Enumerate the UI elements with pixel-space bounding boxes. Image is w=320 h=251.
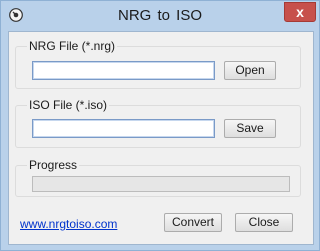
- convert-button[interactable]: Convert: [164, 213, 222, 232]
- iso-file-label: ISO File (*.iso): [27, 98, 110, 112]
- nrg-file-group: NRG File (*.nrg) Open: [15, 39, 301, 89]
- title-bar[interactable]: NRG to ISO x: [1, 1, 319, 31]
- nrg-file-input[interactable]: [32, 61, 215, 80]
- open-button[interactable]: Open: [224, 61, 276, 80]
- progress-label: Progress: [27, 158, 80, 172]
- close-icon: x: [296, 4, 304, 20]
- progress-group: Progress: [15, 158, 301, 197]
- app-window: NRG to ISO x NRG File (*.nrg) Open ISO F…: [0, 0, 320, 251]
- close-button[interactable]: Close: [235, 213, 293, 232]
- progress-bar: [32, 176, 290, 192]
- save-button[interactable]: Save: [224, 119, 276, 138]
- website-link[interactable]: www.nrgtoiso.com: [20, 217, 117, 231]
- window-close-button[interactable]: x: [284, 2, 316, 22]
- nrg-file-label: NRG File (*.nrg): [27, 39, 118, 53]
- window-title: NRG to ISO: [117, 7, 203, 24]
- iso-file-group: ISO File (*.iso) Save: [15, 98, 301, 148]
- iso-file-input[interactable]: [32, 119, 215, 138]
